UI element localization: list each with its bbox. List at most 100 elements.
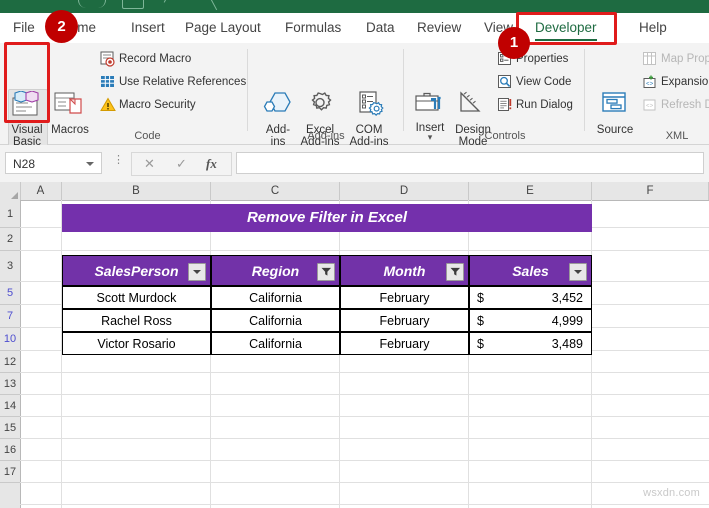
filter-funnel-icon [321, 267, 331, 276]
table-header-salesperson[interactable]: SalesPerson [62, 255, 211, 286]
table-header-region-label: Region [251, 263, 300, 279]
workbook-icon[interactable] [122, 0, 144, 9]
row-header-12[interactable]: 12 [0, 351, 20, 373]
table-header-month[interactable]: Month [340, 255, 469, 286]
formula-bar: N28 ⋮ ✕ ✓ fx [0, 145, 709, 183]
group-label-controls: Controls [484, 130, 526, 142]
formula-bar-buttons: ✕ ✓ fx [131, 152, 232, 176]
table-row[interactable]: $ 3,489 [469, 332, 592, 355]
table-row[interactable]: Victor Rosario [62, 332, 211, 355]
row-header-13[interactable]: 13 [0, 373, 20, 395]
table-row[interactable]: $ 4,999 [469, 309, 592, 332]
group-divider [584, 49, 585, 131]
excel-add-ins-icon [311, 92, 332, 111]
tab-formulas[interactable]: Formulas [278, 13, 348, 43]
save-icon[interactable] [78, 0, 106, 8]
table-header-region[interactable]: Region [211, 255, 340, 286]
filter-active-month[interactable] [446, 263, 464, 281]
row-header-2[interactable]: 2 [0, 228, 20, 251]
sales-value: 3,489 [551, 337, 583, 351]
currency-symbol: $ [477, 291, 484, 305]
tab-help[interactable]: Help [632, 13, 674, 43]
view-code-icon [498, 75, 511, 88]
table-row[interactable]: Scott Murdock [62, 286, 211, 309]
column-header-e[interactable]: E [469, 182, 592, 200]
watermark: wsxdn.com [643, 487, 700, 499]
row-header-1[interactable]: 1 [0, 200, 20, 228]
insert-function-icon[interactable]: fx [206, 153, 217, 174]
column-header-f[interactable]: F [592, 182, 709, 200]
relative-refs-icon [101, 76, 114, 87]
ribbon: Visual Basic Macros Record Macro Use Rel… [0, 43, 709, 161]
sheet-title-banner[interactable]: Remove Filter in Excel [62, 204, 592, 232]
column-header-b[interactable]: B [62, 182, 211, 200]
select-all-corner[interactable] [0, 182, 21, 200]
row-header-10[interactable]: 10 [0, 328, 20, 351]
view-code-label: View Code [516, 76, 572, 88]
xml-source-icon [602, 92, 626, 112]
formula-bar-grip[interactable]: ⋮ [113, 155, 124, 170]
name-box-value: N28 [13, 157, 36, 171]
table-header-sales[interactable]: Sales [469, 255, 592, 286]
cancel-icon[interactable]: ✕ [144, 153, 155, 174]
group-divider [247, 49, 248, 131]
xml-source-label: Source [596, 123, 634, 136]
table-row[interactable]: Rachel Ross [62, 309, 211, 332]
tab-insert[interactable]: Insert [124, 13, 172, 43]
currency-symbol: $ [477, 314, 484, 328]
tab-file[interactable]: File [6, 13, 42, 43]
filter-dropdown-sales[interactable] [569, 263, 587, 281]
sales-value: 4,999 [551, 314, 583, 328]
table-row[interactable]: February [340, 309, 469, 332]
macros-button[interactable]: Macros [50, 91, 90, 136]
row-header-17[interactable]: 17 [0, 461, 20, 483]
run-dialog-icon [498, 98, 512, 111]
chevron-down-icon[interactable] [86, 162, 94, 166]
tab-data[interactable]: Data [359, 13, 402, 43]
insert-control-icon [415, 92, 441, 111]
column-header-c[interactable]: C [211, 182, 340, 200]
filter-dropdown-salesperson[interactable] [188, 263, 206, 281]
row-header-16[interactable]: 16 [0, 439, 20, 461]
sales-value: 3,452 [551, 291, 583, 305]
filter-active-region[interactable] [317, 263, 335, 281]
enter-icon[interactable]: ✓ [176, 153, 187, 174]
group-label-code: Code [134, 130, 161, 142]
table-row[interactable]: California [211, 309, 340, 332]
table-row[interactable]: February [340, 286, 469, 309]
column-header-a[interactable]: A [20, 182, 62, 200]
annotation-badge-2: 2 [45, 10, 78, 43]
table-header-salesperson-label: SalesPerson [94, 263, 179, 279]
tab-review[interactable]: Review [410, 13, 468, 43]
annotation-badge-1: 1 [498, 27, 530, 59]
svg-text:<>: <> [646, 103, 654, 110]
table-row[interactable]: California [211, 332, 340, 355]
macros-label: Macros [51, 123, 89, 136]
worksheet-grid[interactable]: A B C D E F 1 2 3 5 7 10 12 13 14 15 16 … [0, 182, 709, 508]
group-divider [403, 49, 404, 131]
table-header-month-label: Month [383, 263, 426, 279]
row-header-15[interactable]: 15 [0, 417, 20, 439]
macro-security-icon [100, 97, 116, 111]
redo-icon[interactable] [209, 0, 232, 11]
macros-icon [54, 92, 82, 114]
expansion-packs-label: Expansion Packs [661, 76, 709, 88]
row-header-7[interactable]: 7 [0, 305, 20, 328]
name-box[interactable]: N28 [5, 152, 102, 174]
macro-security-label: Macro Security [119, 99, 196, 111]
xml-source-button[interactable]: Source [592, 91, 638, 136]
table-row[interactable]: February [340, 332, 469, 355]
table-row[interactable]: California [211, 286, 340, 309]
column-header-d[interactable]: D [340, 182, 469, 200]
row-header-3[interactable]: 3 [0, 251, 20, 282]
tab-page-layout[interactable]: Page Layout [178, 13, 268, 43]
formula-input[interactable] [236, 152, 704, 174]
annotation-box-developer [516, 12, 617, 45]
annotation-box-visual-basic [4, 42, 50, 123]
table-row[interactable]: $ 3,452 [469, 286, 592, 309]
row-header-14[interactable]: 14 [0, 395, 20, 417]
row-header-5[interactable]: 5 [0, 282, 20, 305]
column-header-row: A B C D E F [0, 182, 709, 201]
com-add-ins-icon [359, 91, 384, 116]
undo-icon[interactable] [163, 0, 186, 11]
